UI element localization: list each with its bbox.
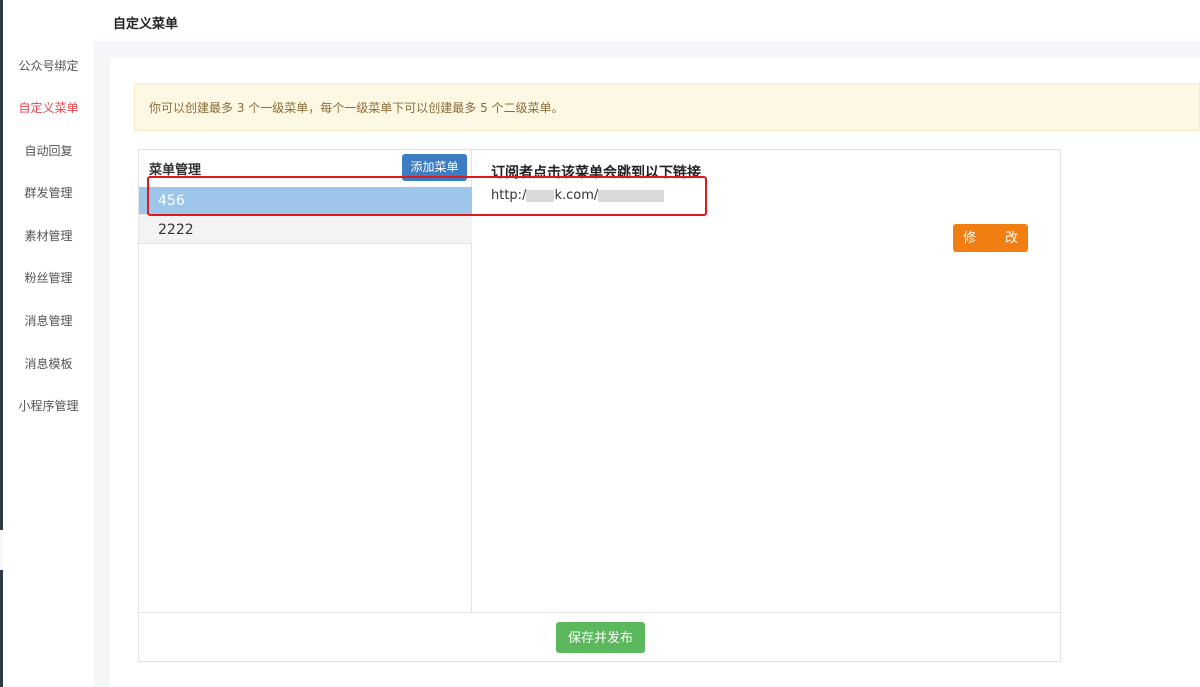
menu-list-column: 菜单管理 添加菜单 456 2222 <box>139 150 472 612</box>
sidebar-item-auto-reply[interactable]: 自动回复 <box>3 142 94 159</box>
sidebar-item-mini-program[interactable]: 小程序管理 <box>3 397 94 414</box>
redacted-block <box>598 189 665 202</box>
sidebar-item-templates[interactable]: 消息模板 <box>3 355 94 372</box>
page-title: 自定义菜单 <box>113 17 179 32</box>
sidebar: 公众号绑定 自定义菜单 自动回复 群发管理 素材管理 粉丝管理 消息管理 消息模… <box>3 0 94 687</box>
menu-list-header: 菜单管理 添加菜单 <box>139 150 472 187</box>
detail-title: 订阅者点击该菜单会跳到以下链接 <box>491 165 701 181</box>
sidebar-item-messages[interactable]: 消息管理 <box>3 312 94 329</box>
detail-url: http:/ k.com/ <box>491 188 665 203</box>
sidebar-item-materials[interactable]: 素材管理 <box>3 227 94 244</box>
menu-item-456[interactable]: 456 <box>139 187 472 215</box>
url-mid: k.com/ <box>554 188 599 203</box>
notice-text: 你可以创建最多 3 个一级菜单，每个一级菜单下可以创建最多 5 个二级菜单。 <box>149 101 564 115</box>
menu-list-title: 菜单管理 <box>149 163 202 178</box>
menu-item-2222[interactable]: 2222 <box>139 216 472 244</box>
menu-editor-panel: 菜单管理 添加菜单 456 2222 订阅者点击该菜单会跳到以下链接 http:… <box>138 149 1061 662</box>
sidebar-item-custom-menu[interactable]: 自定义菜单 <box>3 99 94 116</box>
edit-button[interactable]: 修 改 <box>953 224 1028 252</box>
main-content: 你可以创建最多 3 个一级菜单，每个一级菜单下可以创建最多 5 个二级菜单。 菜… <box>110 58 1200 687</box>
redacted-block <box>526 189 555 202</box>
sidebar-item-account-binding[interactable]: 公众号绑定 <box>3 57 94 74</box>
url-prefix: http:/ <box>491 188 527 203</box>
sidebar-item-fans[interactable]: 粉丝管理 <box>3 269 94 286</box>
save-publish-button[interactable]: 保存并发布 <box>556 622 645 653</box>
notice-banner: 你可以创建最多 3 个一级菜单，每个一级菜单下可以创建最多 5 个二级菜单。 <box>134 83 1200 131</box>
menu-detail-column: 订阅者点击该菜单会跳到以下链接 http:/ k.com/ 修 改 <box>473 150 1062 612</box>
add-menu-button[interactable]: 添加菜单 <box>402 154 467 181</box>
page-header: 自定义菜单 <box>94 0 1200 43</box>
sidebar-item-mass-send[interactable]: 群发管理 <box>3 184 94 201</box>
panel-footer: 保存并发布 <box>139 612 1060 661</box>
